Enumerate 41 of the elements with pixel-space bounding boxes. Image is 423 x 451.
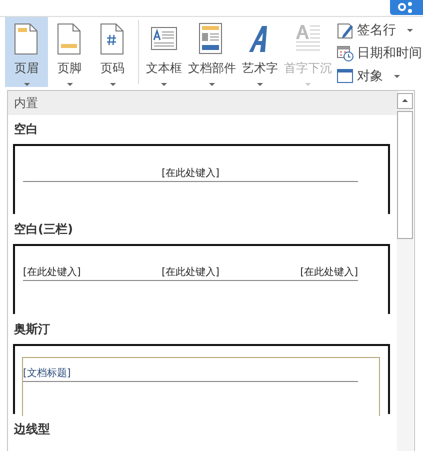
header-preview[interactable]: [文档标题] — [13, 344, 390, 414]
window-icon — [337, 68, 354, 84]
placeholder-text: [在此处键入] — [162, 168, 220, 179]
header-page-icon — [14, 23, 40, 55]
text-box-button[interactable]: 文本框 — [143, 17, 185, 87]
gallery-item-title: 边线型 — [13, 421, 51, 438]
page-number-button[interactable]: 页码 — [91, 17, 134, 87]
caret-icon — [24, 83, 30, 86]
caret-icon — [209, 83, 215, 86]
window-button[interactable]: 对象 — [337, 66, 422, 86]
caret-icon — [66, 83, 72, 86]
caret-icon — [257, 83, 263, 86]
placeholder-text: [在此处键入] — [23, 267, 81, 278]
caret-icon — [161, 83, 167, 86]
placeholder-text: [文档标题] — [23, 368, 71, 379]
placeholder-text: [在此处键入] — [162, 267, 220, 278]
signature-button[interactable]: 签名行 — [337, 20, 422, 40]
letter-a-button[interactable]: 艺术字 — [239, 17, 281, 87]
page-number-icon — [100, 23, 126, 55]
gallery-item-title: 空白 — [13, 121, 39, 138]
gallery-item-title: 奥斯汀 — [13, 321, 51, 338]
caret-icon — [110, 83, 116, 86]
scrollbar-thumb[interactable] — [397, 111, 413, 239]
document-parts-icon — [199, 23, 225, 55]
calendar-clock-icon — [337, 44, 354, 62]
signature-icon — [337, 22, 354, 38]
caret-icon — [305, 83, 311, 86]
caret-icon — [407, 28, 413, 32]
gallery-item-title: 空白(三栏) — [13, 221, 74, 238]
calendar-clock-button[interactable]: 日期和时间 — [337, 43, 422, 63]
placeholder-text: [在此处键入] — [300, 267, 358, 278]
scroll-up-button[interactable] — [397, 93, 413, 109]
header-preview[interactable]: [在此处键入] — [13, 144, 390, 214]
document-parts-button[interactable]: 文档部件 — [185, 17, 239, 87]
header-preview[interactable]: [在此处键入] [在此处键入] [在此处键入] — [13, 244, 390, 314]
footer-page-icon — [56, 23, 82, 55]
logo-icon — [390, 0, 423, 15]
section-header: 内置 — [8, 91, 398, 115]
footer-page-button[interactable]: 页脚 — [48, 17, 91, 87]
caret-icon — [394, 74, 400, 78]
header-page-button[interactable]: 页眉 — [5, 17, 48, 87]
